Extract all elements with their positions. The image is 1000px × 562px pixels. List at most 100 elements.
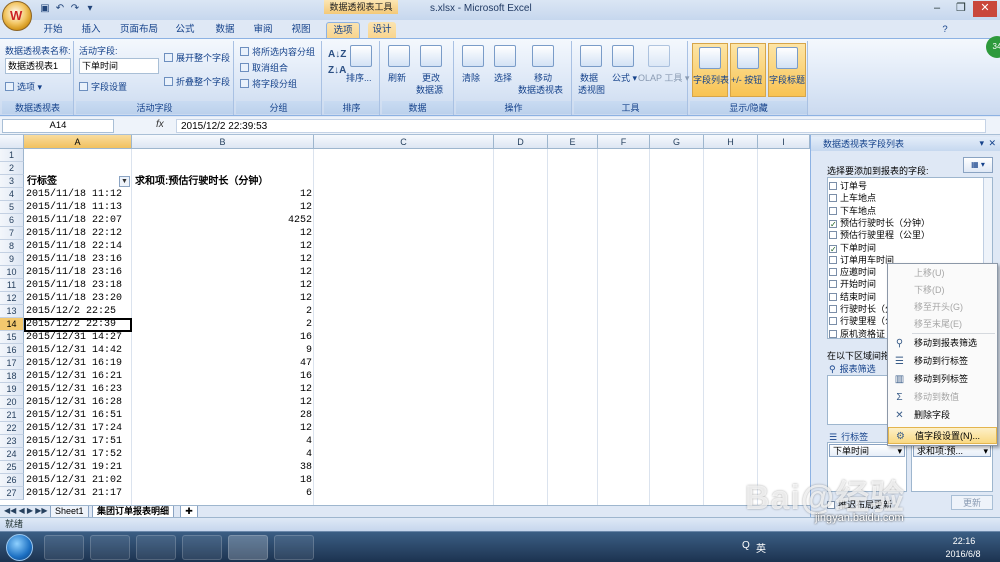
row-header[interactable]: 23 [0,435,24,448]
menu-item[interactable]: ☰ 移动到行标签 [888,353,997,370]
menu-item[interactable]: Σ 移动到数值 [888,389,997,406]
field-item[interactable]: 订单号 [829,180,867,192]
minimize-icon[interactable]: – [925,1,949,17]
row-header[interactable]: 9 [0,253,24,266]
value-cell[interactable]: 12 [134,253,312,266]
field-item[interactable]: ✓ 预估行驶时长（分钟） [829,217,930,229]
row-header[interactable]: 19 [0,383,24,396]
row-header[interactable]: 15 [0,331,24,344]
column-header-a[interactable]: A [24,135,132,149]
row-header[interactable]: 10 [0,266,24,279]
layout-view-button[interactable]: ▦ ▾ [963,157,993,173]
ungroup-button[interactable]: 取消组合 [240,61,288,74]
field-checkbox[interactable] [829,329,837,338]
name-box[interactable]: A14 [2,119,114,133]
clear-button[interactable]: 清除 [462,71,480,84]
pane-dropdown-icon[interactable]: ▾ [979,138,984,149]
row-label-cell[interactable]: 2015/12/31 17:51 [26,435,130,448]
field-checkbox[interactable]: ✓ [829,244,837,253]
restore-icon[interactable]: ❐ [949,1,973,17]
field-item[interactable]: 预估行驶里程（公里） [829,229,930,241]
tab-options[interactable]: 选项 [326,22,360,38]
office-button[interactable]: W [2,1,32,31]
row-header[interactable]: 7 [0,227,24,240]
close-icon[interactable]: ✕ [973,1,997,17]
select-all-corner[interactable] [0,135,24,149]
field-settings-button[interactable]: 字段设置 [79,80,127,93]
tab-view[interactable]: 视图 [288,22,314,38]
formula-input[interactable]: 2015/12/2 22:39:53 [176,119,986,133]
row-label-cell[interactable]: 2015/12/31 16:19 [26,357,130,370]
value-cell[interactable]: 12 [134,279,312,292]
row-label-cell[interactable]: 2015/11/18 23:18 [26,279,130,292]
row-header[interactable]: 24 [0,448,24,461]
row-header[interactable]: 20 [0,396,24,409]
sort-button[interactable]: 排序... [346,71,372,84]
row-header[interactable]: 22 [0,422,24,435]
field-item[interactable]: 开始时间 [829,278,876,290]
row-label-cell[interactable]: 2015/12/31 21:02 [26,474,130,487]
start-button[interactable] [6,534,33,561]
value-cell[interactable]: 6 [134,487,312,500]
active-field-input[interactable]: 下单时间 [79,58,159,74]
row-label-cell[interactable]: 2015/12/31 16:21 [26,370,130,383]
tray-q-icon[interactable]: Q [742,540,750,551]
field-checkbox[interactable]: ✓ [829,219,837,228]
row-header[interactable]: 26 [0,474,24,487]
menu-item[interactable]: ✕ 删除字段 [888,407,997,424]
help-icon[interactable]: ? [938,22,952,38]
update-button[interactable]: 更新 [951,495,993,510]
taskbar-excel-icon[interactable] [228,535,268,560]
row-header[interactable]: 14 [0,318,24,331]
tab-page-layout[interactable]: 页面布局 [118,22,160,38]
olap-button[interactable]: OLAP 工具 ▾ [638,71,689,84]
tab-insert[interactable]: 插入 [78,22,104,38]
row-label-cell[interactable]: 2015/11/18 23:20 [26,292,130,305]
collapse-field-button[interactable]: 折叠整个字段 [164,75,230,88]
row-label-cell[interactable]: 2015/11/18 11:12 [26,188,130,201]
row-label-cell[interactable]: 2015/12/31 19:21 [26,461,130,474]
column-header-h[interactable]: H [704,135,758,149]
column-header-e[interactable]: E [548,135,598,149]
field-item[interactable]: 订单用车时间 [829,254,894,266]
field-checkbox[interactable] [829,255,837,264]
value-cell[interactable]: 18 [134,474,312,487]
column-header-g[interactable]: G [650,135,704,149]
value-cell[interactable]: 4 [134,435,312,448]
field-checkbox[interactable] [829,182,837,190]
column-header-d[interactable]: D [494,135,548,149]
row-header[interactable]: 11 [0,279,24,292]
sort-za-icon[interactable]: Z↓A [328,65,346,76]
row-label-cell[interactable]: 2015/12/31 14:42 [26,344,130,357]
tab-formulas[interactable]: 公式 [172,22,198,38]
column-header-i[interactable]: I [758,135,810,149]
field-checkbox[interactable] [829,317,837,326]
insert-function-icon[interactable]: fx [156,119,172,130]
field-item[interactable]: 上车地点 [829,192,876,204]
worksheet-grid[interactable]: A B C D E F G H I 1 2 3 行标签 ▼ 求和项:预估行驶时长… [0,135,810,505]
undo-icon[interactable]: ↶ [53,3,67,17]
refresh-button[interactable]: 刷新 [388,71,406,84]
tab-design[interactable]: 设计 [368,22,396,38]
row-header[interactable]: 2 [0,162,24,175]
value-cell[interactable]: 16 [134,370,312,383]
field-item[interactable]: 下车地点 [829,205,876,217]
row-label-cell[interactable]: 2015/12/2 22:25 [26,305,130,318]
value-cell[interactable]: 12 [134,266,312,279]
taskbar-cloud-icon[interactable] [182,535,222,560]
taskbar-media-icon[interactable] [136,535,176,560]
value-cell[interactable]: 2 [134,305,312,318]
row-header[interactable]: 3 [0,175,24,188]
menu-item[interactable]: ▥ 移动到列标签 [888,371,997,388]
tab-data[interactable]: 数据 [212,22,238,38]
row-label-cell[interactable]: 2015/12/31 16:23 [26,383,130,396]
field-checkbox[interactable] [829,206,837,215]
row-header[interactable]: 4 [0,188,24,201]
expand-field-button[interactable]: 展开整个字段 [164,51,230,64]
value-cell[interactable]: 12 [134,422,312,435]
value-cell[interactable]: 12 [134,396,312,409]
field-item[interactable]: 行驶里程（公 [829,315,894,327]
row-label-cell[interactable]: 2015/12/31 17:52 [26,448,130,461]
group-selection-button[interactable]: 将所选内容分组 [240,45,315,58]
row-label-cell[interactable]: 2015/11/18 22:14 [26,240,130,253]
